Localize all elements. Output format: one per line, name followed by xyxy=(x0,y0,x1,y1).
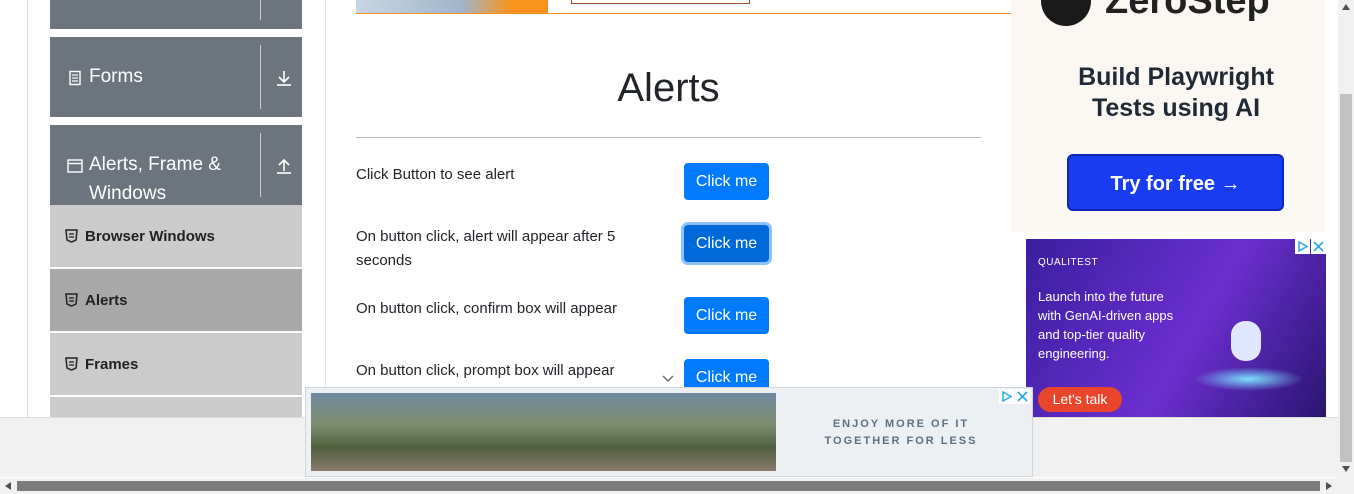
robot-icon xyxy=(1231,321,1261,361)
adchoices-icon[interactable] xyxy=(999,389,1014,404)
download-arrow-icon[interactable] xyxy=(275,69,293,87)
confirm-row-label: On button click, confirm box will appear xyxy=(356,300,617,317)
scroll-up-icon[interactable] xyxy=(1342,4,1350,10)
adchoices-icon[interactable] xyxy=(1295,239,1310,254)
bottom-ad[interactable]: ENJOY MORE OF IT TOGETHER FOR LESS xyxy=(305,387,1033,477)
top-banner-image[interactable] xyxy=(356,0,548,13)
lets-talk-button[interactable]: Let's talk xyxy=(1038,387,1122,412)
close-ad-icon[interactable] xyxy=(1311,239,1326,254)
sidebar-item-label: Alerts xyxy=(85,291,128,309)
sidebar-group-previous[interactable] xyxy=(50,0,302,29)
group-divider xyxy=(260,0,261,20)
hologram-glow xyxy=(1194,367,1304,391)
sidebar-item-label: Browser Windows xyxy=(85,227,215,245)
qualitest-brand: QUALITEST xyxy=(1038,257,1099,268)
zerostep-logo-icon xyxy=(1041,0,1091,26)
group-divider xyxy=(260,45,261,109)
scroll-down-icon[interactable] xyxy=(1342,466,1350,472)
zerostep-ad[interactable]: ZeroStep Build Playwright Tests using AI… xyxy=(1011,0,1326,232)
bottom-ad-line1: ENJOY MORE OF IT xyxy=(832,418,970,430)
timer-alert-row-label: On button click, alert will appear after… xyxy=(356,228,616,269)
sidebar-item-alerts[interactable]: Alerts xyxy=(50,269,302,331)
sidebar-group-title: Alerts, Frame & xyxy=(89,154,221,175)
upload-arrow-icon[interactable] xyxy=(275,157,293,175)
sidebar-item-label: Frames xyxy=(85,355,139,373)
qualitest-ad[interactable]: QUALITEST Launch into the future with Ge… xyxy=(1026,239,1326,417)
content-divider xyxy=(325,0,326,417)
sidebar-group-forms[interactable]: Forms xyxy=(50,37,302,117)
bottom-ad-line2: TOGETHER FOR LESS xyxy=(824,435,978,447)
page-title: Alerts xyxy=(617,66,720,110)
top-banner-box xyxy=(571,0,750,4)
zerostep-brand: ZeroStep xyxy=(1105,0,1270,22)
page: Forms Alerts, Frame & Windows Browser Wi… xyxy=(0,0,1354,494)
sidebar-group-title: Forms xyxy=(89,66,143,87)
left-border xyxy=(27,0,28,417)
qualitest-text: Launch into the future with GenAI-driven… xyxy=(1038,289,1174,361)
try-for-free-button[interactable]: Try for free → xyxy=(1067,154,1284,211)
group-divider xyxy=(260,133,261,197)
title-divider xyxy=(356,137,981,138)
html5-shield-icon xyxy=(65,357,78,371)
zerostep-headline-line1: Build Playwright xyxy=(1078,63,1274,91)
alert-row-label: Click Button to see alert xyxy=(356,166,515,183)
alert-button[interactable]: Click me xyxy=(684,163,769,200)
window-icon xyxy=(67,159,83,173)
horizontal-scrollbar-thumb[interactable] xyxy=(17,481,1320,491)
sidebar-item-frames[interactable]: Frames xyxy=(50,333,302,395)
bottom-ad-text: ENJOY MORE OF IT TOGETHER FOR LESS xyxy=(806,416,996,450)
scroll-right-icon[interactable] xyxy=(1326,482,1332,490)
close-ad-icon[interactable] xyxy=(1015,389,1030,404)
scroll-left-icon[interactable] xyxy=(5,482,11,490)
html5-shield-icon xyxy=(65,293,78,307)
sidebar-group-title-line2: Windows xyxy=(89,183,167,204)
sidebar-item-browser-windows[interactable]: Browser Windows xyxy=(50,205,302,267)
bottom-ad-image xyxy=(311,393,776,471)
form-icon xyxy=(69,70,81,86)
html5-shield-icon xyxy=(65,229,78,243)
zerostep-headline: Build Playwright Tests using AI xyxy=(1011,62,1341,124)
sidebar-item-list: Browser Windows Alerts Frames xyxy=(50,205,302,419)
prompt-row-label: On button click, prompt box will appear xyxy=(356,362,615,379)
confirm-button[interactable]: Click me xyxy=(684,297,769,334)
sidebar-item-next[interactable] xyxy=(50,397,302,417)
zerostep-headline-line2: Tests using AI xyxy=(1091,94,1261,122)
vertical-scrollbar-thumb[interactable] xyxy=(1340,94,1352,462)
chevron-down-icon[interactable] xyxy=(661,374,675,384)
timer-alert-button[interactable]: Click me xyxy=(684,225,769,262)
sidebar-group-alerts-frame-windows[interactable]: Alerts, Frame & Windows xyxy=(50,125,302,205)
